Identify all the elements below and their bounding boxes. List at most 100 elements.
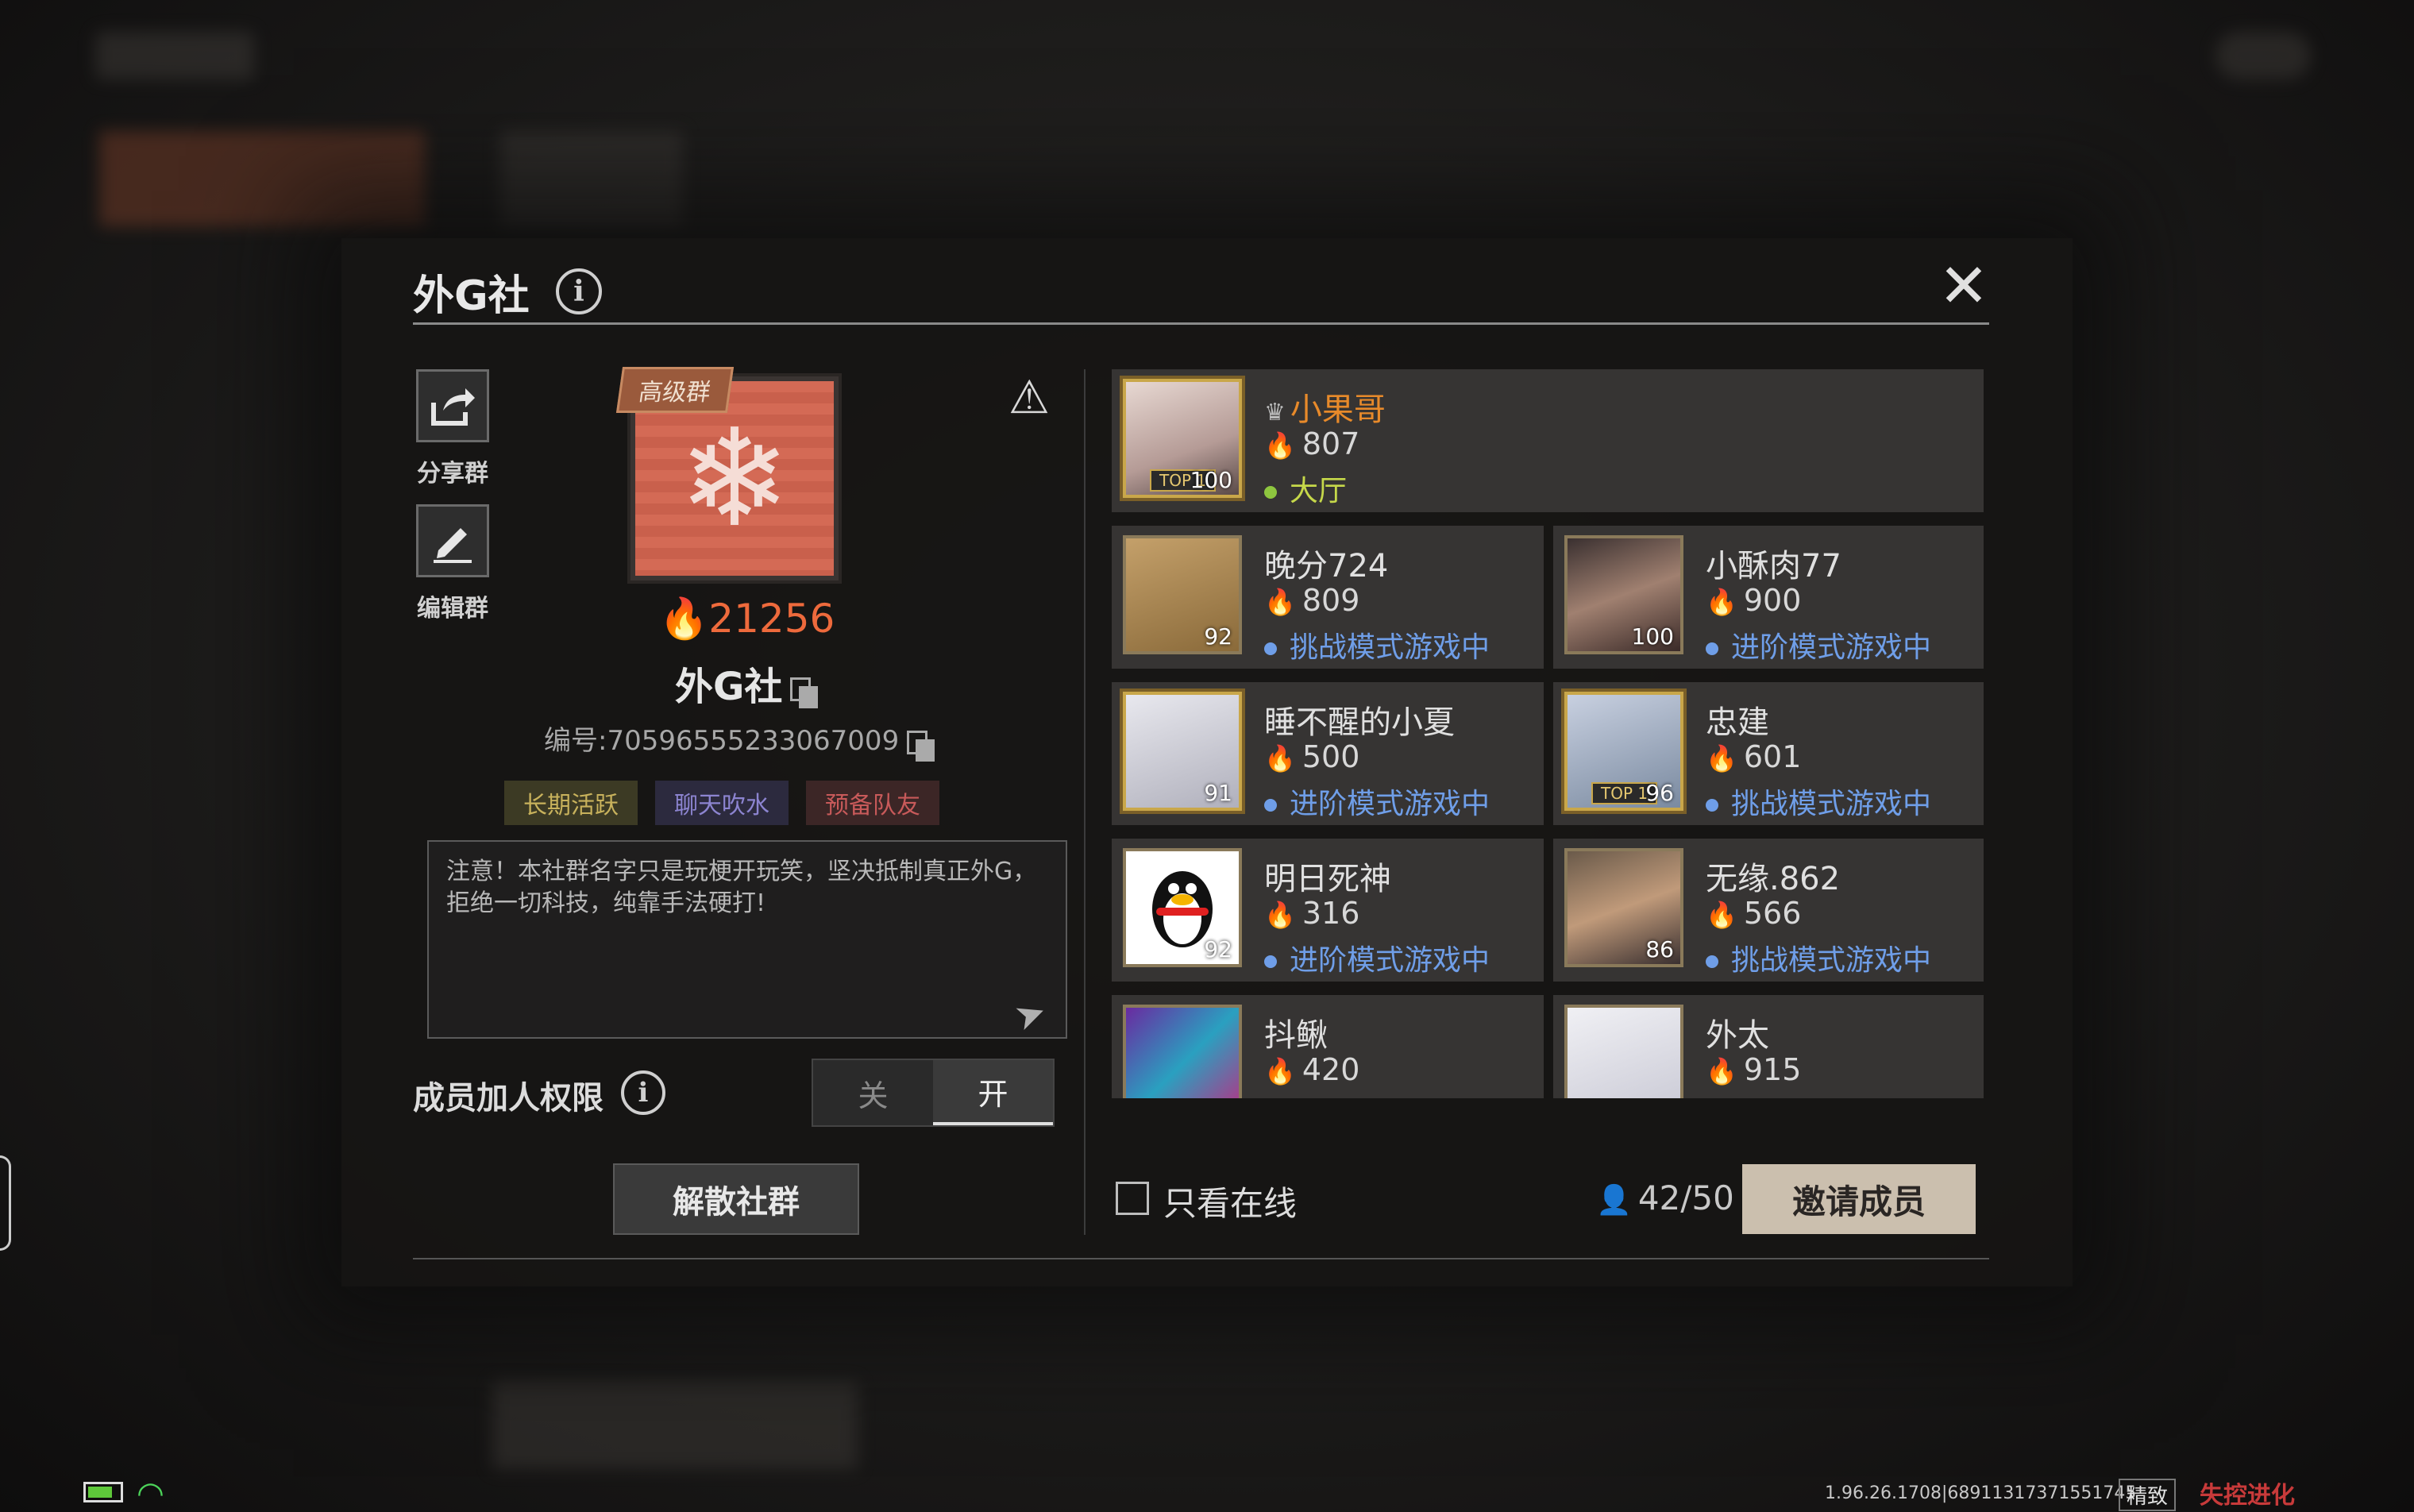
member-count-text: 42/50 [1637,1178,1734,1217]
member-name: 睡不醒的小夏 [1264,704,1455,741]
member-level: 92 [1204,936,1232,962]
graphics-quality-badge: 精致 [2119,1479,2177,1511]
wifi-icon: ◠ [137,1475,164,1512]
online-dot [1706,642,1718,655]
background-title-blur [95,32,254,79]
member-heat-value: 316 [1301,896,1360,931]
member-heat-value: 566 [1743,896,1802,931]
member-status: 进阶模式游戏中 [1264,781,1490,822]
member-heat-value: 807 [1301,426,1360,461]
member-level: 91 [1204,780,1232,806]
member-status: 挑战模式游戏中 [1706,781,1931,822]
member-heat: 🔥 915 [1706,1052,1801,1087]
member-card[interactable]: 外太 🔥 915 [1553,995,1984,1098]
member-status: 进阶模式游戏中 [1264,937,1490,978]
member-status-text: 挑战模式游戏中 [1731,944,1932,977]
info-icon[interactable]: i [556,268,602,314]
flame-icon: 🔥 [1264,587,1296,617]
permission-info-icon[interactable]: i [621,1070,665,1115]
flame-icon: 🔥 [659,596,709,642]
group-name: 外G社 [675,655,819,711]
member-avatar: 92 [1123,535,1242,654]
member-count: 👤 42/50 [1596,1178,1734,1217]
version-text: 1.96.26.1708|68911317371551745 [1825,1483,2137,1503]
crown-icon: ♛ [1264,399,1286,426]
member-card[interactable]: 92 晚分724 🔥 809 挑战模式游戏中 [1112,526,1544,669]
member-name: 小酥肉77 [1706,548,1841,584]
member-card-owner[interactable]: TOP 1 100 ♛ 小果哥 🔥 807 大厅 [1112,369,1984,512]
copy-icon[interactable] [790,677,819,708]
member-status-text: 挑战模式游戏中 [1731,788,1932,820]
pencil-icon [416,504,489,577]
group-tags: 长期活跃 聊天吹水 预备队友 [504,781,939,825]
member-level: 96 [1645,780,1674,806]
invite-members-button[interactable]: 邀请成员 [1742,1164,1976,1234]
tag: 长期活跃 [504,781,638,825]
bottom-divider [413,1258,1989,1259]
flame-icon: 🔥 [1264,900,1296,930]
member-heat-value: 809 [1301,583,1360,618]
member-status: 大厅 [1264,468,1347,509]
member-heat: 🔥 316 [1264,896,1359,931]
member-name-text: 小果哥 [1290,392,1386,428]
member-card[interactable]: TOP 1 96 忠建 🔥 601 挑战模式游戏中 [1553,682,1984,825]
member-status-text: 进阶模式游戏中 [1290,788,1490,820]
close-button[interactable]: ✕ [1938,256,1990,316]
member-card[interactable]: 100 小酥肉77 🔥 900 进阶模式游戏中 [1553,526,1984,669]
flame-icon: 🔥 [1264,430,1296,461]
member-name: 无缘.862 [1706,861,1841,897]
join-permission-label: 成员加人权限 [413,1080,604,1117]
member-avatar: 100 [1564,535,1683,654]
member-avatar: 86 [1564,848,1683,967]
member-heat-value: 900 [1743,583,1802,618]
member-heat: 🔥 566 [1706,896,1801,931]
share-icon [416,369,489,442]
group-name-text: 外G社 [675,665,783,709]
flame-icon: 🔥 [1264,1056,1296,1086]
member-avatar: 91 [1123,692,1242,811]
join-permission-toggle[interactable]: 关 开 [812,1059,1055,1127]
toggle-off-option[interactable]: 关 [813,1060,933,1125]
member-name: 抖鳅 [1264,1017,1328,1054]
flame-icon: 🔥 [1264,743,1296,773]
group-heat: 🔥21256 [659,596,835,642]
background-tab2-blur [500,131,683,226]
member-heat: 🔥 900 [1706,583,1801,618]
member-level: 100 [1631,623,1674,650]
member-card[interactable]: 抖鳅 🔥 420 [1112,995,1544,1098]
member-avatar [1123,1005,1242,1098]
member-card[interactable]: 91 睡不醒的小夏 🔥 500 进阶模式游戏中 [1112,682,1544,825]
report-warning-icon[interactable]: ⚠ [1008,370,1050,424]
background-bottom-button-blur [492,1382,858,1469]
member-card[interactable]: 86 无缘.862 🔥 566 挑战模式游戏中 [1553,839,1984,982]
toggle-on-option[interactable]: 开 [933,1060,1053,1125]
member-status-text: 进阶模式游戏中 [1290,944,1490,977]
copy-id-icon[interactable] [907,730,935,762]
member-heat-value: 915 [1743,1052,1802,1087]
member-heat-value: 500 [1301,739,1360,774]
share-group-button[interactable]: 分享群 [413,369,492,488]
online-dot [1264,642,1277,655]
online-only-checkbox[interactable] [1116,1182,1149,1215]
member-name: 晚分724 [1264,548,1389,584]
flame-icon: 🔥 [1706,587,1737,617]
member-level: 86 [1645,936,1674,962]
member-name: 外太 [1706,1017,1769,1054]
battery-icon [83,1482,123,1502]
member-heat: 🔥 809 [1264,583,1359,618]
premium-group-badge: 高级群 [615,367,735,413]
member-avatar: TOP 1 100 [1123,379,1242,498]
member-status: 进阶模式游戏中 [1706,624,1931,665]
online-dot [1706,955,1718,968]
member-status: 挑战模式游戏中 [1264,624,1490,665]
online-only-label[interactable]: 只看在线 [1163,1177,1297,1225]
side-drawer-handle[interactable] [0,1155,11,1251]
dissolve-group-button[interactable]: 解散社群 [613,1163,859,1235]
flame-icon: 🔥 [1706,743,1737,773]
member-card[interactable]: 92 明日死神 🔥 316 进阶模式游戏中 [1112,839,1544,982]
member-avatar: 92 [1123,848,1242,967]
edit-group-button[interactable]: 编辑群 [413,504,492,623]
online-dot [1264,799,1277,812]
title-divider [413,322,1989,325]
flame-icon: 🔥 [1706,900,1737,930]
